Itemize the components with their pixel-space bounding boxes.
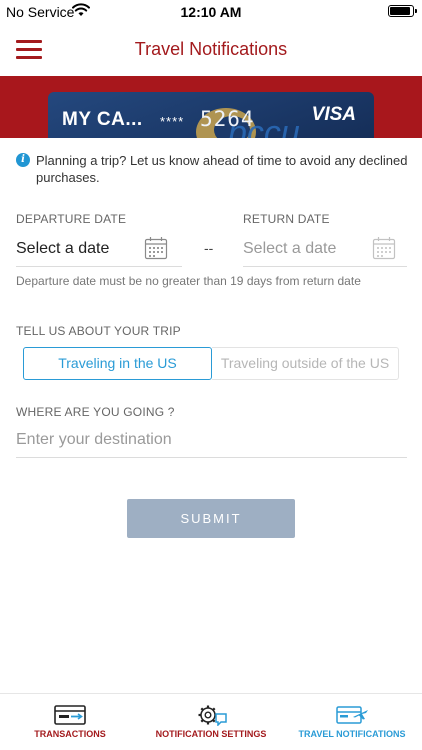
info-icon: i — [16, 153, 30, 167]
tab-traveling-us[interactable]: Traveling in the US — [23, 347, 212, 380]
visa-logo: VISA — [311, 104, 356, 125]
submit-button[interactable]: SUBMIT — [127, 499, 295, 538]
departure-date-field[interactable]: Select a date — [16, 240, 109, 258]
destination-underline — [16, 457, 407, 458]
battery-icon — [388, 5, 417, 17]
card-nickname: MY CA... — [62, 109, 143, 130]
tab-notification-settings[interactable]: NOTIFICATION SETTINGS — [140, 694, 282, 750]
clock: 12:10 AM — [180, 4, 242, 20]
trip-label: TELL US ABOUT YOUR TRIP — [16, 324, 181, 338]
date-hint: Departure date must be no greater than 1… — [16, 274, 361, 288]
calendar-icon[interactable] — [144, 236, 168, 260]
card-image[interactable]: pccu MY CA... **** 5264 VISA — [48, 92, 374, 138]
info-message: i Planning a trip? Let us know ahead of … — [16, 152, 408, 186]
date-separator: -- — [204, 240, 214, 256]
tab-notification-settings-label: NOTIFICATION SETTINGS — [155, 729, 267, 739]
destination-label: WHERE ARE YOU GOING ? — [16, 405, 175, 419]
card-banner: pccu MY CA... **** 5264 VISA — [0, 76, 422, 138]
return-date-label: RETURN DATE — [243, 212, 330, 226]
gear-chat-icon — [198, 705, 227, 726]
destination-input[interactable] — [16, 426, 406, 454]
status-bar: No Service 12:10 AM — [0, 0, 422, 24]
credit-card-icon — [54, 705, 86, 725]
page-title: Travel Notifications — [134, 39, 288, 59]
card-masked-digits: **** — [160, 114, 185, 129]
nav-bar: Travel Notifications — [0, 24, 422, 76]
tab-transactions-label: TRANSACTIONS — [34, 729, 106, 739]
tab-travel-notifications-label: TRAVEL NOTIFICATIONS — [298, 729, 406, 739]
tab-traveling-outside-us[interactable]: Traveling outside of the US — [212, 347, 399, 380]
card-plane-icon — [336, 706, 368, 724]
departure-underline — [16, 266, 182, 267]
departure-date-label: DEPARTURE DATE — [16, 212, 127, 226]
tab-transactions[interactable]: TRANSACTIONS — [0, 694, 140, 750]
return-underline — [243, 266, 407, 267]
card-last-digits: 5264 — [200, 107, 255, 131]
tab-travel-notifications[interactable]: TRAVEL NOTIFICATIONS — [282, 694, 422, 750]
calendar-icon[interactable] — [372, 236, 396, 260]
info-text: Planning a trip? Let us know ahead of ti… — [36, 153, 408, 185]
return-date-field[interactable]: Select a date — [243, 240, 336, 258]
bottom-tab-bar: TRANSACTIONS NOTIFICATION SETTINGS TRAVE… — [0, 693, 422, 750]
